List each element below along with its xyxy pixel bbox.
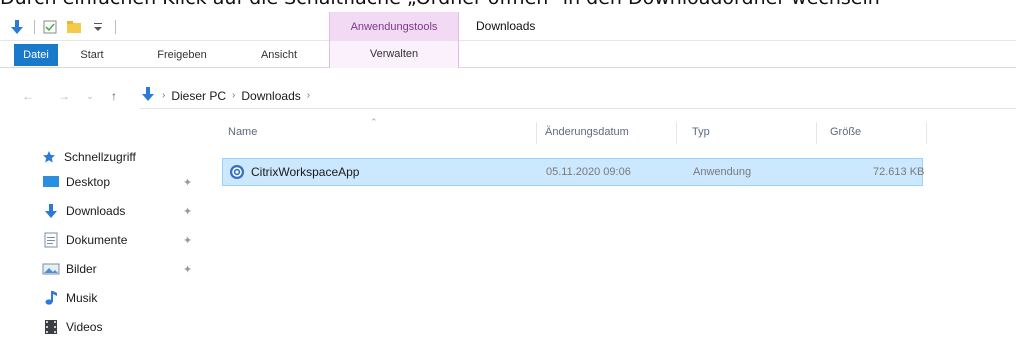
customize-dropdown-icon[interactable] xyxy=(89,18,107,36)
nav-item-label: Downloads xyxy=(66,204,126,218)
nav-item-label: Musik xyxy=(66,291,98,305)
tab-freigeben[interactable]: Freigeben xyxy=(150,45,214,66)
desktop-icon xyxy=(42,173,60,191)
column-divider[interactable] xyxy=(816,122,817,144)
caption-text: Durch einfachen Klick auf die Schaltfläc… xyxy=(0,0,880,9)
forward-arrow-icon[interactable]: → xyxy=(54,89,74,103)
tab-start[interactable]: Start xyxy=(70,45,114,66)
nav-item-downloads[interactable]: Downloads xyxy=(42,198,125,224)
file-name: CitrixWorkspaceApp xyxy=(251,165,360,179)
window-title: Downloads xyxy=(476,19,536,33)
breadcrumb-separator-icon[interactable]: › xyxy=(307,90,310,101)
column-header-size[interactable]: Größe xyxy=(830,126,861,138)
navigation-pane: Schnellzugriff Desktop ✦ Downloads ✦ Dok… xyxy=(0,130,210,345)
address-bar: ← → ⌄ ↑ › Dieser PC › Downloads › xyxy=(0,83,1016,109)
nav-item-quick-access[interactable]: Schnellzugriff xyxy=(40,144,136,170)
nav-item-documents[interactable]: Dokumente xyxy=(42,227,127,253)
pictures-icon xyxy=(42,260,60,278)
column-divider[interactable] xyxy=(676,122,677,144)
breadcrumb-separator-icon[interactable]: › xyxy=(162,90,165,101)
tab-ansicht[interactable]: Ansicht xyxy=(252,45,306,66)
citrix-app-icon xyxy=(229,164,245,185)
title-bar: Anwendungstools Downloads xyxy=(0,12,1016,41)
column-divider[interactable] xyxy=(926,122,927,144)
nav-item-label: Dokumente xyxy=(66,233,128,247)
column-header-date[interactable]: Änderungsdatum xyxy=(545,126,629,138)
toolbar-separator xyxy=(115,20,116,34)
pin-icon[interactable]: ✦ xyxy=(183,205,192,218)
document-caption: Durch einfachen Klick auf die Schaltfläc… xyxy=(0,0,1016,12)
breadcrumb-separator-icon[interactable]: › xyxy=(232,90,235,101)
column-headers: ⌃ Name Änderungsdatum Typ Größe xyxy=(210,117,1016,146)
quick-access-toolbar xyxy=(8,16,116,38)
sort-ascending-icon: ⌃ xyxy=(370,117,378,127)
tab-datei[interactable]: Datei xyxy=(14,44,58,66)
file-date: 05.11.2020 09:06 xyxy=(546,166,631,178)
nav-item-label: Bilder xyxy=(66,262,97,276)
back-arrow-icon[interactable]: ← xyxy=(18,89,38,103)
videos-icon xyxy=(42,318,60,336)
up-arrow-icon[interactable]: ↑ xyxy=(104,89,124,103)
star-icon xyxy=(40,148,58,166)
nav-item-label: Videos xyxy=(66,320,103,334)
pin-icon[interactable]: ✦ xyxy=(183,234,192,247)
nav-item-desktop[interactable]: Desktop xyxy=(42,169,110,195)
breadcrumb-downloads[interactable]: Downloads xyxy=(241,89,300,103)
breadcrumb-this-pc[interactable]: Dieser PC xyxy=(171,89,226,103)
download-arrow-icon xyxy=(42,202,60,220)
column-header-name[interactable]: Name xyxy=(228,126,257,138)
documents-icon xyxy=(42,231,60,249)
properties-icon[interactable] xyxy=(41,18,59,36)
nav-item-label: Schnellzugriff xyxy=(64,150,136,164)
address-field[interactable]: › Dieser PC › Downloads › xyxy=(140,83,1016,109)
new-folder-icon[interactable] xyxy=(65,18,83,36)
nav-item-pictures[interactable]: Bilder xyxy=(42,256,97,282)
location-download-icon xyxy=(140,86,156,105)
nav-item-label: Desktop xyxy=(66,175,111,189)
pin-icon[interactable]: ✦ xyxy=(183,263,192,276)
column-divider[interactable] xyxy=(536,122,537,144)
file-size: 72.613 KB xyxy=(873,166,925,178)
ribbon-tabs: Datei Start Freigeben Ansicht Verwalten xyxy=(0,41,1016,68)
nav-item-videos[interactable]: Videos xyxy=(42,314,102,340)
download-arrow-icon[interactable] xyxy=(8,18,26,36)
context-group-label: Anwendungstools xyxy=(329,12,459,41)
tab-verwalten[interactable]: Verwalten xyxy=(329,41,459,68)
file-row[interactable]: CitrixWorkspaceApp 05.11.2020 09:06 Anwe… xyxy=(222,158,925,186)
nav-item-music[interactable]: Musik xyxy=(42,285,97,311)
recent-locations-chevron-icon[interactable]: ⌄ xyxy=(80,91,100,102)
music-icon xyxy=(42,289,60,307)
column-header-type[interactable]: Typ xyxy=(692,126,710,138)
file-type: Anwendung xyxy=(693,166,752,178)
pin-icon[interactable]: ✦ xyxy=(183,176,192,189)
toolbar-separator xyxy=(34,20,35,34)
